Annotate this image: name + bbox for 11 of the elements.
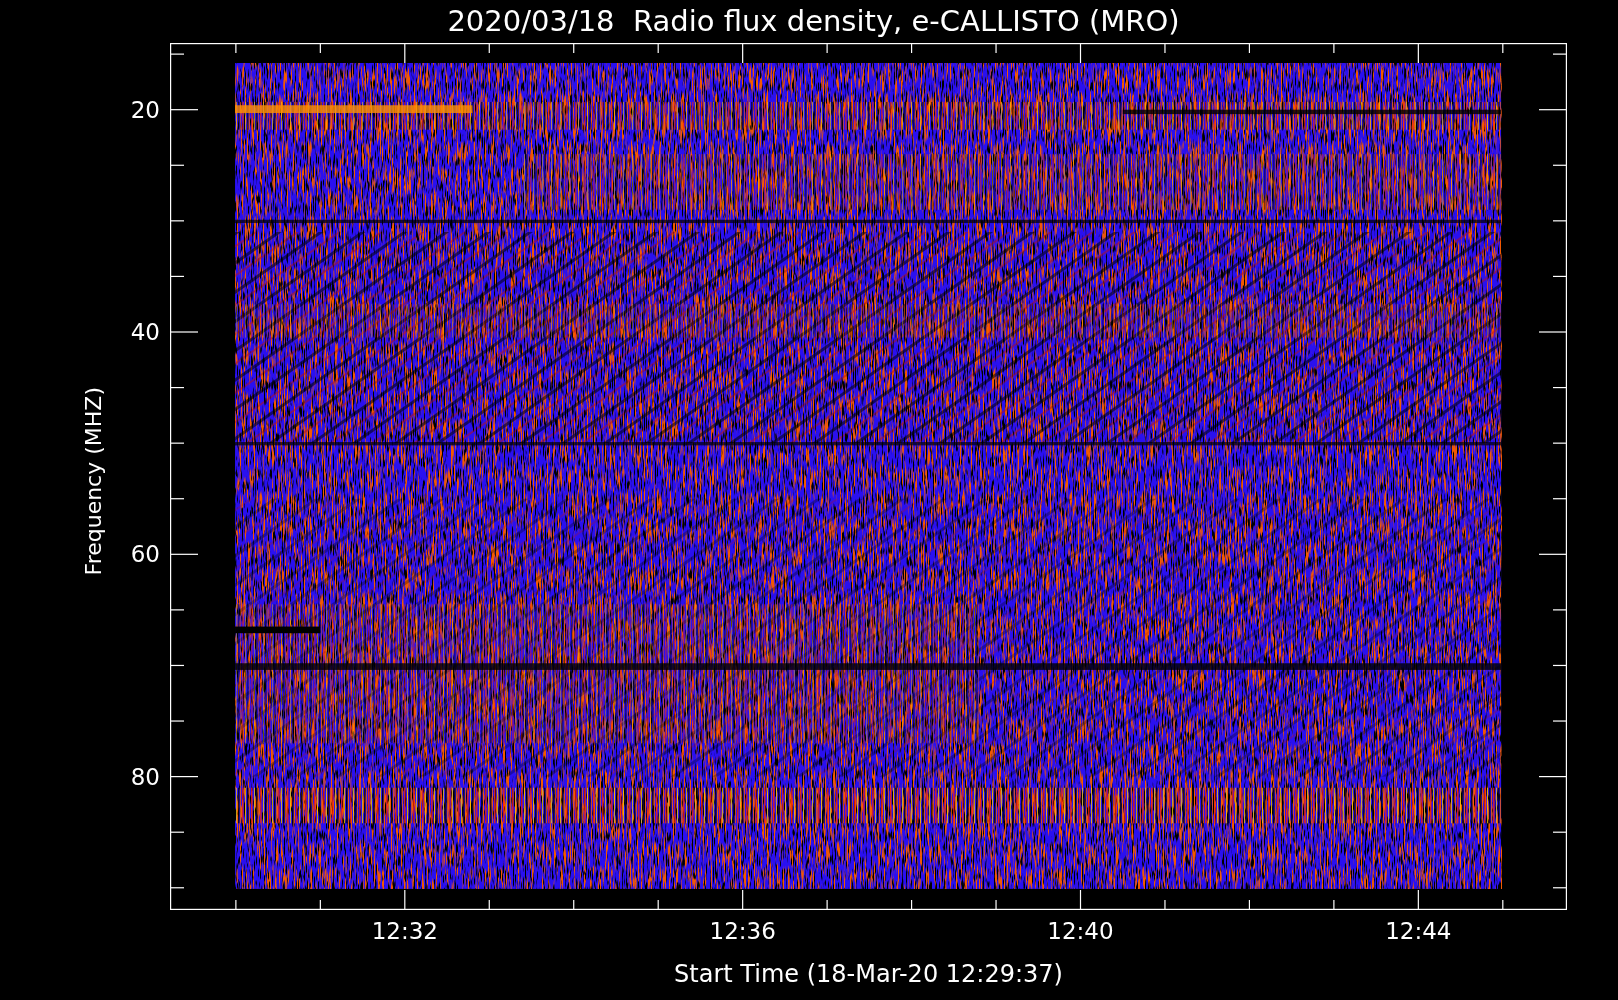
y-tick-label: 60 — [130, 542, 160, 566]
x-axis-label: Start Time (18-Mar-20 12:29:37) — [674, 962, 1063, 986]
y-tick-label: 80 — [130, 765, 160, 789]
y-tick-label: 20 — [130, 98, 160, 122]
x-tick-label: 12:36 — [709, 920, 776, 943]
x-tick-label: 12:44 — [1385, 920, 1452, 943]
y-tick-label: 40 — [130, 320, 160, 344]
x-tick-label: 12:32 — [371, 920, 438, 943]
x-tick-label: 12:40 — [1047, 920, 1114, 943]
chart-title: 2020/03/18 Radio flux density, e-CALLISTO (MRO) — [447, 7, 1180, 36]
y-axis-label: Frequency (MHZ) — [80, 387, 106, 576]
